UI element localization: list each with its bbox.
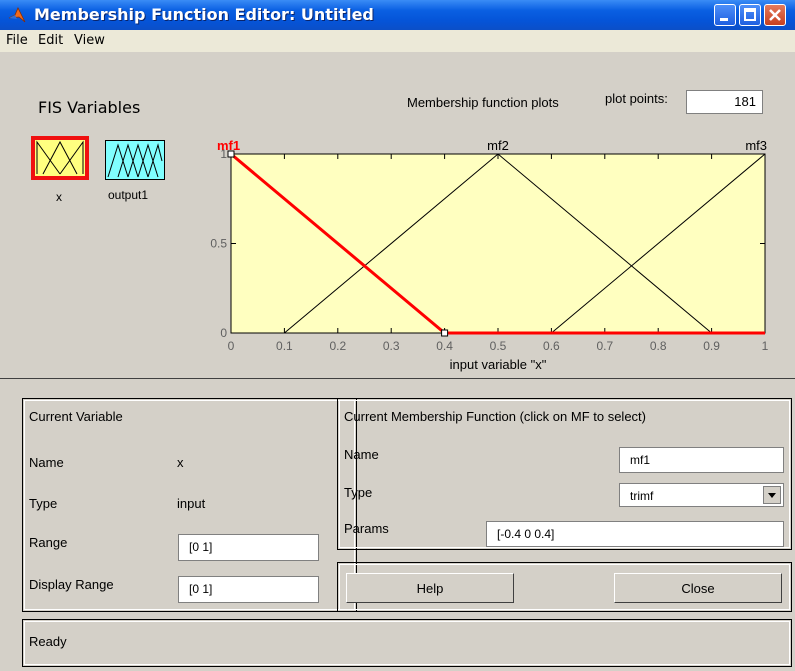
x-tick-label: 0.8 <box>650 339 667 353</box>
menu-file[interactable]: File <box>6 33 28 48</box>
editor-body: FIS Variables x output1 Membership funct… <box>0 52 795 671</box>
mf-params-input[interactable]: [-0.4 0 0.4] <box>486 521 784 547</box>
current-mf-panel: Current Membership Function (click on MF… <box>337 398 792 550</box>
mf-label-mf1[interactable]: mf1 <box>217 138 240 153</box>
x-tick-label: 1 <box>762 339 769 353</box>
minimize-button[interactable] <box>714 4 736 26</box>
current-variable-heading: Current Variable <box>29 409 123 424</box>
mf-type-value: trimf <box>630 489 654 503</box>
mf-type-select[interactable]: trimf <box>619 483 784 507</box>
x-tick-label: 0.4 <box>436 339 453 353</box>
close-icon <box>769 9 781 21</box>
maximize-button[interactable] <box>739 4 761 26</box>
variable-type-label: Type <box>29 496 58 511</box>
display-range-input[interactable]: [0 1] <box>178 576 319 603</box>
plot-area <box>230 153 766 334</box>
mf-label-mf2[interactable]: mf2 <box>487 138 509 153</box>
matlab-icon <box>8 7 26 23</box>
menu-bar: File Edit View <box>0 30 795 52</box>
title-bar: Membership Function Editor: Untitled <box>0 0 795 30</box>
menu-edit[interactable]: Edit <box>38 33 63 48</box>
x-tick-label: 0.9 <box>703 339 720 353</box>
variable-type-value: input <box>177 496 206 511</box>
x-axis-label: input variable "x" <box>450 357 547 372</box>
x-tick-label: 0.6 <box>543 339 560 353</box>
display-range-label: Display Range <box>29 577 114 592</box>
status-bar: Ready <box>22 619 792 667</box>
minimize-icon <box>720 18 728 21</box>
x-tick-label: 0.3 <box>383 339 400 353</box>
mf-type-label: Type <box>344 485 373 500</box>
current-mf-heading: Current Membership Function (click on MF… <box>344 409 646 424</box>
help-button[interactable]: Help <box>346 573 514 603</box>
current-variable-panel: Current Variable Name x Type input Range… <box>22 398 357 612</box>
mf-label-mf3[interactable]: mf3 <box>745 138 767 153</box>
range-label: Range <box>29 535 68 550</box>
membership-function-plot[interactable]: 0 0.1 0.2 0.3 0.4 0.5 0.6 0.7 0.8 0.9 100.51 mf1 mf… <box>0 52 795 382</box>
x-tick-label: 0.1 <box>276 339 293 353</box>
variable-name-value: x <box>177 455 184 470</box>
x-tick-label: 0.2 <box>329 339 346 353</box>
window-title: Membership Function Editor: Untitled <box>34 5 374 24</box>
y-tick-label: 0.5 <box>210 237 227 251</box>
x-tick-label: 0.5 <box>490 339 507 353</box>
divider <box>0 378 795 379</box>
maximize-icon <box>744 8 756 21</box>
close-window-button[interactable] <box>764 4 786 26</box>
x-tick-label: 0.7 <box>596 339 613 353</box>
close-button[interactable]: Close <box>614 573 782 603</box>
variable-name-label: Name <box>29 455 64 470</box>
mf-params-label: Params <box>344 521 389 536</box>
y-tick-label: 0 <box>220 326 227 340</box>
mf-name-label: Name <box>344 447 379 462</box>
buttons-panel: Help Close <box>337 562 792 612</box>
menu-view[interactable]: View <box>74 33 105 48</box>
vertex-handle[interactable] <box>441 329 449 337</box>
range-input[interactable]: [0 1] <box>178 534 319 561</box>
x-tick-label: 0 <box>228 339 235 353</box>
mf-name-input[interactable]: mf1 <box>619 447 784 473</box>
status-text: Ready <box>29 634 67 649</box>
chevron-down-icon[interactable] <box>763 486 781 504</box>
